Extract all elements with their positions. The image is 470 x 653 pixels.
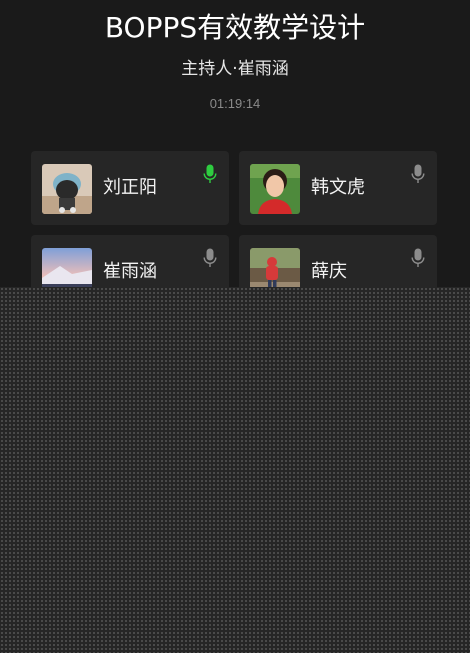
participant-name: 崔雨涵	[103, 261, 157, 282]
microphone-icon[interactable]	[411, 248, 425, 268]
microphone-active-icon[interactable]	[203, 164, 217, 184]
host-line: 主持人·崔雨涵	[181, 59, 289, 79]
child-with-blue-hat-avatar-icon	[42, 164, 92, 214]
participant-name: 韩文虎	[311, 177, 365, 198]
avatar	[42, 164, 92, 214]
participant-card[interactable]: 刘正阳	[31, 151, 229, 225]
microphone-icon[interactable]	[203, 248, 217, 268]
avatar	[250, 164, 300, 214]
participant-name: 薛庆	[311, 261, 347, 282]
participant-name: 刘正阳	[103, 177, 157, 198]
elapsed-timer: 01:19:14	[209, 96, 261, 111]
meeting-title: BOPPS有效教学设计	[104, 11, 366, 44]
microphone-icon[interactable]	[411, 164, 425, 184]
obscured-region	[0, 287, 470, 653]
participant-card[interactable]: 韩文虎	[239, 151, 437, 225]
girl-red-shirt-avatar-icon	[250, 164, 300, 214]
